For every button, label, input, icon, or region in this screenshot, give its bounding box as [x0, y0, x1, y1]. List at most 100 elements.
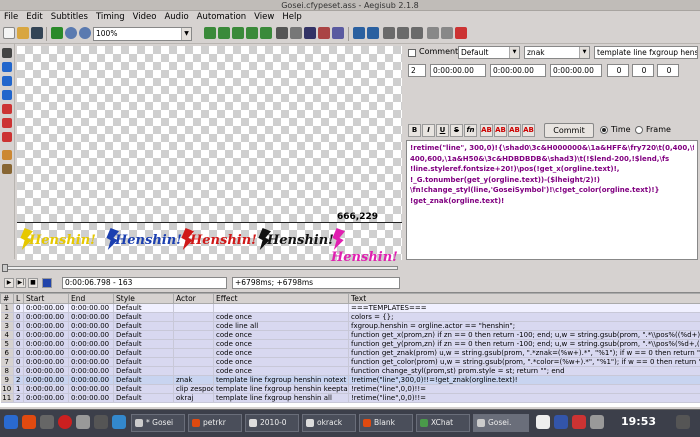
jump-start-icon[interactable] [218, 27, 230, 39]
duration-field[interactable]: 0:00:00.00 [550, 64, 602, 77]
stop-icon[interactable]: ■ [28, 278, 38, 288]
automation-icon[interactable] [332, 27, 344, 39]
seek-handle[interactable] [2, 264, 8, 272]
table-row[interactable]: 10 1 0:00:00.00 0:00:00.00 Default clip zespo… [0, 384, 700, 394]
table-row[interactable]: 8 0 0:00:00.00 0:00:00.00 Default code once fu… [0, 366, 700, 376]
video-offset-field[interactable]: +6798ms; +6798ms [232, 277, 400, 289]
rotate-xy-tool-icon[interactable] [2, 90, 12, 100]
vector-clip-tool-icon[interactable] [2, 132, 12, 142]
margin-left-field[interactable]: 0 [607, 64, 629, 77]
new-file-icon[interactable] [3, 27, 15, 39]
clipboard-icon[interactable] [676, 415, 690, 429]
zoom-in-icon[interactable] [65, 27, 77, 39]
subtitles-grid[interactable]: # L Start End Style Actor Effect Text 10… [0, 292, 700, 407]
files-icon[interactable] [76, 415, 90, 429]
open-file-icon[interactable] [17, 27, 29, 39]
grid-tag-icon[interactable] [441, 27, 453, 39]
video-time-field[interactable]: 0:00:06.798 - 163 [62, 277, 227, 289]
primary-color-button[interactable]: AB [480, 124, 493, 137]
hide-tags-icon[interactable] [455, 27, 467, 39]
table-row[interactable]: 4 0 0:00:00.00 0:00:00.00 Default code once fu… [0, 330, 700, 340]
play-icon[interactable]: ▶ [4, 278, 14, 288]
task-button[interactable]: XChat [416, 414, 470, 432]
open-video-icon[interactable] [51, 27, 63, 39]
options-icon[interactable] [427, 27, 439, 39]
jump-end-icon[interactable] [232, 27, 244, 39]
table-row[interactable]: 5 0 0:00:00.00 0:00:00.00 Default code once fu… [0, 339, 700, 349]
menu-audio[interactable]: Audio [160, 11, 192, 24]
snap-start-icon[interactable] [246, 27, 258, 39]
task-button-active[interactable]: Gosei. [473, 414, 529, 432]
task-button[interactable]: petrkr [188, 414, 242, 432]
play-line-icon[interactable]: ▶| [16, 278, 26, 288]
table-row[interactable]: 9 2 0:00:00.00 0:00:00.00 Default znak templat… [0, 375, 700, 385]
table-row[interactable]: 1 0 0:00:00.00 0:00:00.00 Default ===TEMPLATE… [0, 303, 700, 313]
commit-button[interactable]: Commit [544, 123, 594, 138]
table-row[interactable]: 3 0 0:00:00.00 0:00:00.00 Default code line a… [0, 321, 700, 331]
comment-checkbox[interactable] [408, 49, 416, 57]
tray-icon[interactable] [572, 415, 586, 429]
menu-help[interactable]: Help [278, 11, 305, 24]
menu-subtitles[interactable]: Subtitles [47, 11, 92, 24]
desktop-icon[interactable] [112, 415, 126, 429]
menu-file[interactable]: File [0, 11, 22, 24]
fonts-collector-icon[interactable] [304, 27, 316, 39]
firefox-icon[interactable] [22, 415, 36, 429]
task-button[interactable]: Blank [359, 414, 413, 432]
task-button[interactable]: * Gosei [131, 414, 185, 432]
seek-track[interactable] [4, 266, 398, 270]
standard-tool-icon[interactable] [2, 48, 12, 58]
shadow-color-button[interactable]: AB [522, 124, 535, 137]
italic-button[interactable]: I [422, 124, 435, 137]
spell-checker-icon[interactable] [411, 27, 423, 39]
console-icon[interactable] [94, 415, 108, 429]
drag-tool-icon[interactable] [2, 62, 12, 72]
video-mode-icon[interactable] [42, 278, 52, 288]
zoom-out-icon[interactable] [79, 27, 91, 39]
end-time-field[interactable]: 0:00:00.00 [490, 64, 546, 77]
pager-icon[interactable] [536, 415, 550, 429]
network-icon[interactable] [554, 415, 568, 429]
layer-spinner[interactable]: 2 [408, 64, 426, 77]
time-radio[interactable] [600, 126, 608, 134]
table-row[interactable]: 6 0 0:00:00.00 0:00:00.00 Default code once fu… [0, 348, 700, 358]
start-menu-icon[interactable] [4, 415, 18, 429]
strikeout-button[interactable]: S [450, 124, 463, 137]
table-row[interactable]: 11 2 0:00:00.00 0:00:00.00 Default okraj templ… [0, 393, 700, 403]
menu-view[interactable]: View [250, 11, 278, 24]
menu-video[interactable]: Video [129, 11, 161, 24]
task-button[interactable]: 2010-0 [245, 414, 299, 432]
subtitle-text-editor[interactable]: !retime("line", 300,0)!{\shad0\3c&H00000… [406, 140, 698, 260]
task-button[interactable]: okrack [302, 414, 356, 432]
autoscroll-icon[interactable] [2, 164, 12, 174]
video-display[interactable]: 666,229 Henshin! Henshin! Henshin! Hensh… [17, 46, 402, 265]
realtime-icon[interactable] [2, 150, 12, 160]
attachments-icon[interactable] [290, 27, 302, 39]
styles-manager-icon[interactable] [276, 27, 288, 39]
start-time-field[interactable]: 0:00:00.00 [430, 64, 486, 77]
table-row[interactable]: 7 0 0:00:00.00 0:00:00.00 Default code once fu… [0, 357, 700, 367]
effect-field[interactable]: template line fxgroup henshn [594, 46, 698, 59]
zoom-select[interactable]: 100% ▼ [93, 27, 192, 41]
frame-radio[interactable] [635, 126, 643, 134]
opera-icon[interactable] [58, 415, 72, 429]
style-select[interactable]: Default ▼ [458, 46, 520, 59]
volume-icon[interactable] [590, 415, 604, 429]
kanji-timer-icon[interactable] [397, 27, 409, 39]
save-file-icon[interactable] [31, 27, 43, 39]
resample-icon[interactable] [367, 27, 379, 39]
jump-video-icon[interactable] [204, 27, 216, 39]
rotate-z-tool-icon[interactable] [2, 76, 12, 86]
terminal-icon[interactable] [40, 415, 54, 429]
scale-tool-icon[interactable] [2, 104, 12, 114]
snap-end-icon[interactable] [260, 27, 272, 39]
margin-right-field[interactable]: 0 [632, 64, 654, 77]
properties-icon[interactable] [318, 27, 330, 39]
outline-color-button[interactable]: AB [508, 124, 521, 137]
menu-edit[interactable]: Edit [22, 11, 46, 24]
menu-automation[interactable]: Automation [193, 11, 251, 24]
margin-vertical-field[interactable]: 0 [657, 64, 679, 77]
font-button[interactable]: fn [464, 124, 477, 137]
video-seek-bar[interactable] [0, 263, 402, 273]
translation-icon[interactable] [353, 27, 365, 39]
